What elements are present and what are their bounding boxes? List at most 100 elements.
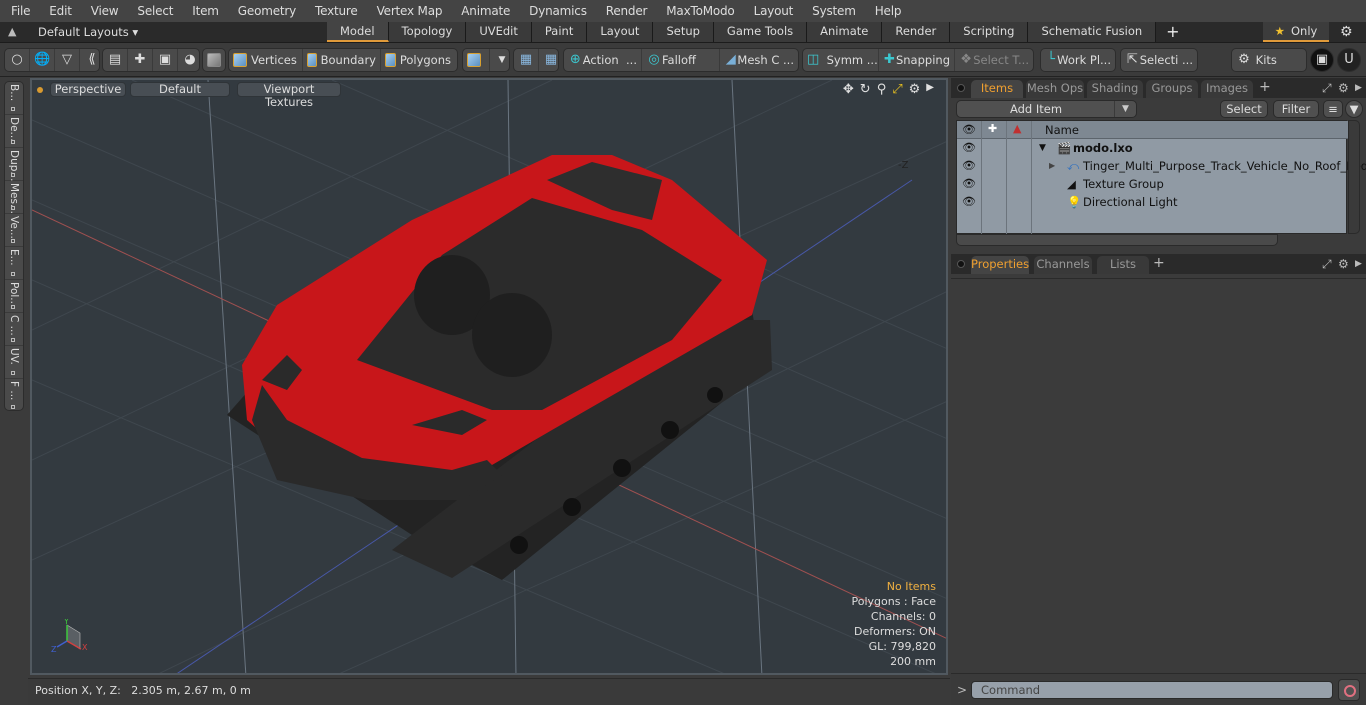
filter-button[interactable]: Filter [1273, 100, 1319, 118]
left-tool-edge[interactable]: E... [5, 247, 23, 280]
tab-shading[interactable]: Shading [1087, 80, 1143, 98]
tab-layout[interactable]: Layout [587, 22, 654, 42]
tab-scripting[interactable]: Scripting [950, 22, 1029, 42]
default-layouts-dropdown[interactable]: Default Layouts ▾ [38, 25, 138, 39]
menu-help[interactable]: Help [864, 4, 910, 18]
falloff-button[interactable]: ◎ Falloff [642, 49, 720, 71]
pan-icon[interactable]: ✥ [843, 82, 854, 97]
mesh-constraint-button[interactable]: ◢ Mesh C ... [720, 49, 798, 71]
menu-texture[interactable]: Texture [304, 4, 366, 18]
viewport-status-dot[interactable] [37, 87, 43, 93]
select-through-button[interactable]: ❖ Select T... [955, 49, 1033, 71]
material-mode-button[interactable] [463, 49, 490, 71]
list-item-texture-group[interactable]: 👁 ◢ Texture Group [957, 175, 1348, 193]
lasso-button[interactable]: ⟪ [80, 49, 104, 71]
left-tool-basic[interactable]: B... [5, 82, 23, 115]
center-button[interactable]: ▦ [514, 49, 539, 71]
command-input[interactable]: Command [971, 681, 1333, 699]
tab-mesh-ops[interactable]: Mesh Ops [1026, 80, 1084, 98]
polygons-button[interactable]: Polygons [381, 49, 455, 71]
add-item-button[interactable]: Add Item ▼ [956, 100, 1137, 118]
menu-geometry[interactable]: Geometry [227, 4, 304, 18]
selection-sets-button[interactable]: ⇱ Selecti ... [1121, 49, 1197, 71]
gear-icon[interactable]: ⚙ [1340, 24, 1353, 40]
menu-select[interactable]: Select [126, 4, 181, 18]
list-item-light[interactable]: 👁 💡 Directional Light [957, 193, 1348, 211]
left-tool-curve[interactable]: C ... [5, 313, 23, 346]
tab-render[interactable]: Render [882, 22, 951, 42]
add-tab-button[interactable]: + [1156, 22, 1189, 42]
list-options-button[interactable]: ≡ [1323, 100, 1343, 118]
tab-groups[interactable]: Groups [1146, 80, 1198, 98]
item-list-vertical-scrollbar[interactable] [1348, 120, 1360, 234]
menu-layout[interactable]: Layout [743, 4, 802, 18]
tab-uvedit[interactable]: UVEdit [466, 22, 532, 42]
rotate-icon[interactable]: ↻ [860, 82, 871, 97]
timer-button[interactable]: ◕ [178, 49, 202, 71]
record-macro-button[interactable] [1338, 679, 1360, 701]
action-center-button[interactable]: ⊕ Action ... [564, 49, 642, 71]
menu-view[interactable]: View [80, 4, 127, 18]
visibility-eye-icon[interactable]: 👁 [962, 175, 976, 193]
snapping-button[interactable]: ✚ Snapping [879, 49, 955, 71]
panel-more-arrow-icon[interactable]: ▶ [1355, 83, 1362, 93]
material-dropdown[interactable]: ▼ [490, 49, 514, 71]
menu-vertex-map[interactable]: Vertex Map [366, 4, 451, 18]
menu-maxtomodo[interactable]: MaxToModo [655, 4, 742, 18]
tab-game-tools[interactable]: Game Tools [713, 22, 808, 42]
visibility-eye-icon[interactable]: 👁 [962, 157, 976, 175]
tab-model[interactable]: Model [327, 22, 389, 42]
funnel-filter-button[interactable]: ▼ [1345, 100, 1363, 118]
left-tool-deform[interactable]: De... [5, 115, 23, 148]
tab-channels[interactable]: Channels [1034, 256, 1092, 274]
tab-topology[interactable]: Topology [388, 22, 467, 42]
left-tool-duplicate[interactable]: Dup... [5, 148, 23, 181]
panel-more-arrow-icon[interactable]: ▶ [1355, 259, 1362, 269]
sphere-button[interactable]: 🌐 [30, 49, 55, 71]
item-list-horizontal-scrollbar[interactable] [956, 234, 1278, 246]
menu-render[interactable]: Render [595, 4, 656, 18]
3d-viewport[interactable]: Perspective Default Viewport Textures ✥ … [30, 78, 948, 675]
visibility-eye-icon[interactable]: 👁 [962, 139, 976, 157]
left-tool-fusion[interactable]: F ... [5, 379, 23, 412]
tab-images[interactable]: Images [1201, 80, 1253, 98]
panel-menu-dot[interactable] [957, 260, 965, 268]
only-button[interactable]: ★ Only [1263, 22, 1329, 42]
unity-button[interactable]: ▣ [1310, 48, 1334, 72]
vertices-button[interactable]: Vertices [229, 49, 303, 71]
item-mode-button[interactable] [203, 49, 229, 71]
menu-system[interactable]: System [801, 4, 864, 18]
tab-lists[interactable]: Lists [1097, 256, 1149, 274]
tab-animate[interactable]: Animate [807, 22, 883, 42]
name-column-header[interactable]: Name [1045, 123, 1079, 137]
tab-setup[interactable]: Setup [653, 22, 714, 42]
unreal-button[interactable]: U [1337, 48, 1361, 72]
panel-menu-dot[interactable] [957, 84, 965, 92]
panel-gear-icon[interactable]: ⚙ [1338, 257, 1349, 271]
expand-panel-icon[interactable]: ⤢ [1322, 81, 1332, 96]
menu-file[interactable]: File [0, 4, 38, 18]
viewport-more-arrow-icon[interactable]: ▶ [926, 82, 934, 97]
symmetry-button[interactable]: ◫ Symm ... [803, 49, 879, 71]
add-item-dropdown-icon[interactable]: ▼ [1114, 101, 1136, 117]
select-button[interactable]: Select [1220, 100, 1268, 118]
add-panel-tab-icon[interactable]: + [1153, 255, 1165, 271]
frame-button[interactable]: ▣ [153, 49, 178, 71]
view-mode-button[interactable]: Perspective [50, 82, 126, 97]
expand-panel-icon[interactable]: ⤢ [1322, 257, 1332, 272]
menu-animate[interactable]: Animate [450, 4, 518, 18]
list-item-mesh[interactable]: 👁 ▶ ⤺ Tinger_Multi_Purpose_Track_Vehicle… [957, 157, 1366, 175]
menu-item[interactable]: Item [181, 4, 227, 18]
kits-button[interactable]: ⚙ Kits [1232, 49, 1306, 71]
maximize-icon[interactable]: ⤢ [892, 82, 902, 97]
boundary-button[interactable]: Boundary [303, 49, 381, 71]
expand-triangle-icon[interactable]: ▶ [1049, 157, 1055, 175]
tab-schematic-fusion[interactable]: Schematic Fusion [1028, 22, 1157, 42]
pivot-button[interactable]: ▦ [539, 49, 563, 71]
left-tool-vertex[interactable]: Ve... [5, 214, 23, 247]
viewport-gear-icon[interactable]: ⚙ [909, 82, 921, 97]
align-button[interactable]: ▤ [103, 49, 128, 71]
menu-dynamics[interactable]: Dynamics [518, 4, 595, 18]
pen-button[interactable]: ▽ [55, 49, 80, 71]
tab-paint[interactable]: Paint [531, 22, 588, 42]
